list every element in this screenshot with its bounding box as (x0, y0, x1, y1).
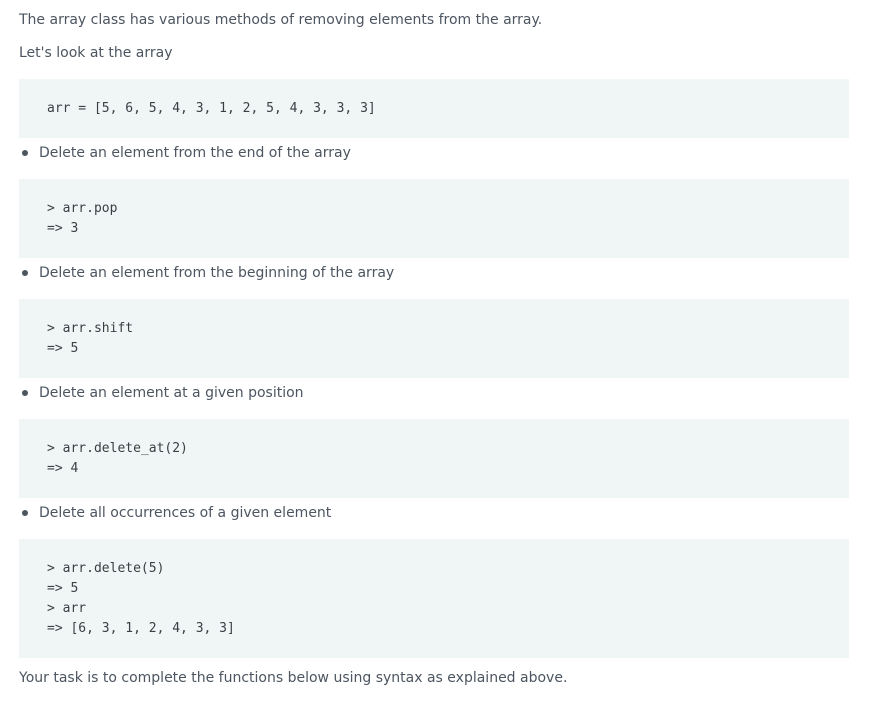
code-block-delete: > arr.delete(5) => 5 > arr => [6, 3, 1, … (19, 539, 849, 658)
intro-paragraph-2: Let's look at the array (19, 45, 173, 61)
bullet-dot-icon (22, 150, 28, 156)
bullet-item-shift: Delete an element from the beginning of … (19, 263, 394, 283)
bullet-text: Delete an element from the beginning of … (39, 265, 395, 281)
bullet-item-pop: Delete an element from the end of the ar… (19, 143, 351, 163)
code-line: > arr.delete(5) (47, 561, 165, 576)
bullet-dot-icon (22, 390, 28, 396)
code-block-shift: > arr.shift => 5 (19, 299, 849, 378)
code-line: > arr.delete_at(2) (47, 441, 188, 456)
bullet-item-delete-at: Delete an element at a given position (19, 383, 304, 403)
bullet-dot-icon (22, 510, 28, 516)
code-line: => 3 (47, 221, 79, 236)
intro-paragraph: The array class has various methods of r… (19, 12, 543, 28)
code-block-pop: > arr.pop => 3 (19, 179, 849, 258)
bullet-dot-icon (22, 270, 28, 276)
bullet-text: Delete an element from the end of the ar… (39, 145, 351, 161)
code-block-array: arr = [5, 6, 5, 4, 3, 1, 2, 5, 4, 3, 3, … (19, 79, 849, 138)
code-line: arr = [5, 6, 5, 4, 3, 1, 2, 5, 4, 3, 3, … (47, 101, 376, 116)
code-line: > arr (47, 601, 87, 616)
code-line: => 5 (47, 581, 79, 596)
bullet-item-delete: Delete all occurrences of a given elemen… (19, 503, 331, 523)
bullet-text: Delete an element at a given position (39, 385, 304, 401)
code-line: => 5 (47, 341, 79, 356)
code-line: > arr.pop (47, 201, 118, 216)
bullet-text: Delete all occurrences of a given elemen… (39, 505, 332, 521)
code-line: => 4 (47, 461, 79, 476)
code-line: > arr.shift (47, 321, 134, 336)
outro-paragraph: Your task is to complete the functions b… (19, 670, 568, 686)
code-line: => [6, 3, 1, 2, 4, 3, 3] (47, 621, 235, 636)
code-block-delete-at: > arr.delete_at(2) => 4 (19, 419, 849, 498)
